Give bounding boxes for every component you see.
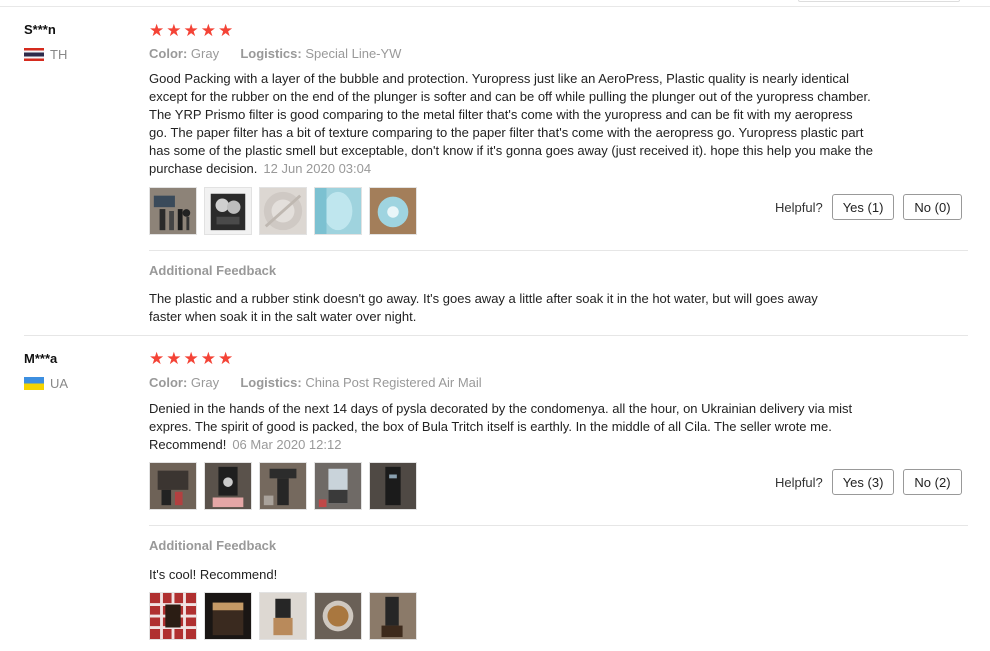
logistics-value: Special Line-YW <box>305 46 402 61</box>
ukraine-flag-icon <box>24 377 44 390</box>
star-icon: ★ <box>166 21 182 40</box>
review-photo[interactable] <box>204 592 252 640</box>
reviewer-name: S***n <box>24 22 56 37</box>
review-photo[interactable] <box>314 592 362 640</box>
section-divider <box>149 525 968 526</box>
star-icon: ★ <box>149 21 165 40</box>
helpful-voting: Helpful? Yes (1) No (0) <box>775 194 971 220</box>
additional-feedback-text: The plastic and a rubber stink doesn't g… <box>149 291 818 324</box>
review-photo[interactable] <box>259 592 307 640</box>
review-photo[interactable] <box>149 462 197 510</box>
star-icon: ★ <box>218 349 234 368</box>
top-divider <box>0 6 990 7</box>
review-text: Good Packing with a layer of the bubble … <box>149 70 874 178</box>
star-icon: ★ <box>183 349 199 368</box>
review-body: Good Packing with a layer of the bubble … <box>149 71 873 176</box>
star-icon: ★ <box>200 21 216 40</box>
review-date: 06 Mar 2020 12:12 <box>232 437 342 452</box>
review-photos <box>149 462 424 510</box>
color-label: Color: <box>149 46 188 61</box>
star-icon: ★ <box>183 21 199 40</box>
review-date: 12 Jun 2020 03:04 <box>263 161 372 176</box>
logistics-label: Logistics: <box>240 46 302 61</box>
review-photo[interactable] <box>369 187 417 235</box>
color-value: Gray <box>190 46 220 61</box>
helpful-label: Helpful? <box>775 474 823 490</box>
color-label: Color: <box>149 375 188 390</box>
country-code: UA <box>50 376 69 391</box>
review-photo[interactable] <box>149 187 197 235</box>
helpful-no-button[interactable]: No (0) <box>903 194 962 220</box>
star-icon: ★ <box>166 349 182 368</box>
helpful-yes-button[interactable]: Yes (1) <box>831 194 895 220</box>
helpful-voting: Helpful? Yes (3) No (2) <box>775 469 971 495</box>
review-photo[interactable] <box>369 462 417 510</box>
helpful-no-button[interactable]: No (2) <box>903 469 962 495</box>
helpful-label: Helpful? <box>775 199 823 215</box>
review-photo[interactable] <box>259 187 307 235</box>
order-info: Color: Gray Logistics: China Post Regist… <box>149 375 482 390</box>
star-rating: ★ ★ ★ ★ ★ <box>149 22 235 39</box>
reviewer-country: TH <box>24 47 67 62</box>
additional-feedback-photos <box>149 592 424 640</box>
review-divider <box>24 335 968 336</box>
color-value: Gray <box>190 375 220 390</box>
additional-feedback-title: Additional Feedback <box>149 538 277 553</box>
reviewer-country: UA <box>24 376 68 391</box>
review-photo[interactable] <box>259 462 307 510</box>
review-text: Denied in the hands of the next 14 days … <box>149 400 874 454</box>
order-info: Color: Gray Logistics: Special Line-YW <box>149 46 401 61</box>
additional-feedback-text: It's cool! Recommend! <box>149 567 278 582</box>
logistics-label: Logistics: <box>240 375 302 390</box>
review-photos <box>149 187 424 235</box>
star-icon: ★ <box>200 349 216 368</box>
reviewer-name: M***a <box>24 351 58 366</box>
helpful-yes-button[interactable]: Yes (3) <box>831 469 895 495</box>
thailand-flag-icon <box>24 48 44 61</box>
logistics-value: China Post Registered Air Mail <box>305 375 482 390</box>
section-divider <box>149 250 968 251</box>
review-photo[interactable] <box>204 187 252 235</box>
star-rating: ★ ★ ★ ★ ★ <box>149 350 235 367</box>
star-icon: ★ <box>149 349 165 368</box>
review-photo[interactable] <box>204 462 252 510</box>
review-photo[interactable] <box>314 187 362 235</box>
star-icon: ★ <box>218 21 234 40</box>
review-photo[interactable] <box>314 462 362 510</box>
additional-feedback-title: Additional Feedback <box>149 263 277 278</box>
sort-dropdown[interactable] <box>798 0 960 2</box>
review-photo[interactable] <box>149 592 197 640</box>
review-photo[interactable] <box>369 592 417 640</box>
country-code: TH <box>50 47 68 62</box>
